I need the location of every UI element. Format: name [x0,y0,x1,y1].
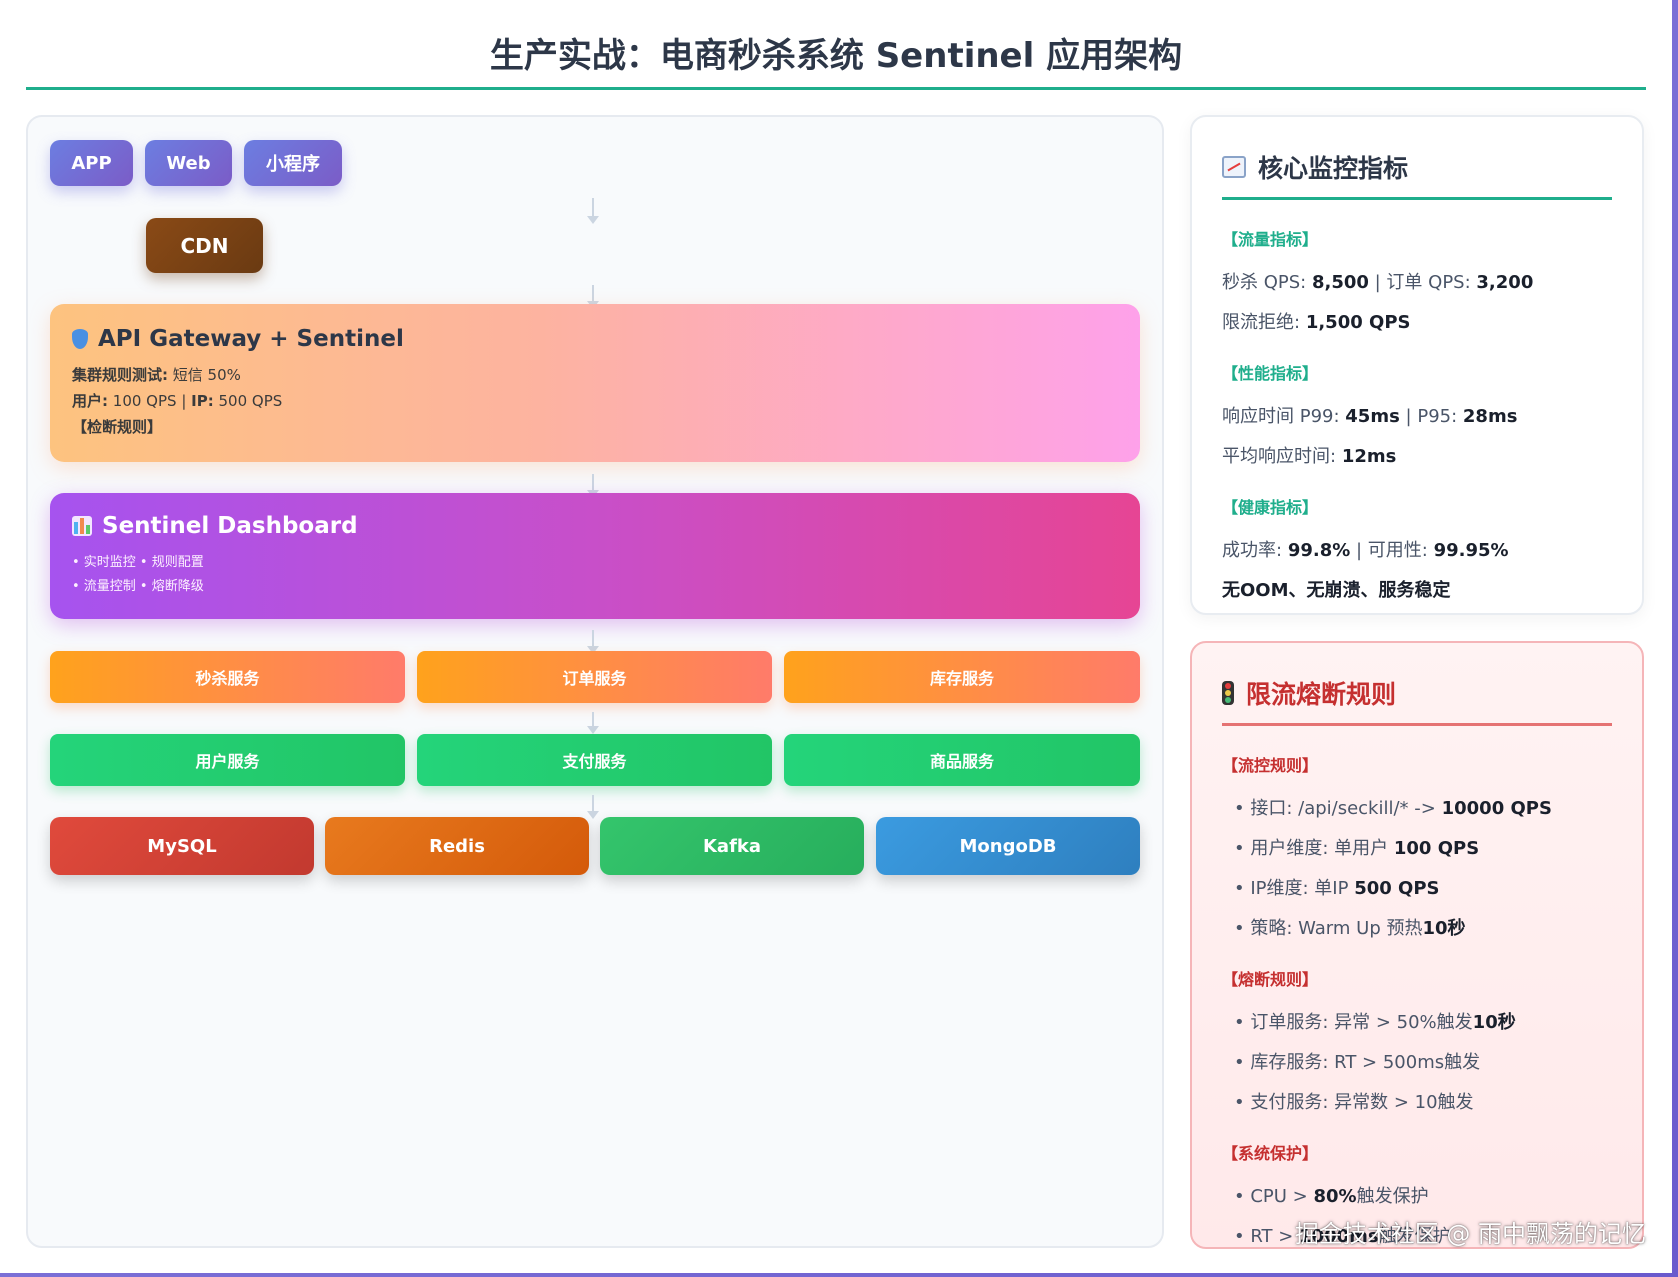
metric-reject: 限流拒绝: 1,500 QPS [1222,312,1411,333]
window-edge [0,1273,1678,1277]
dashboard-features: • 实时监控 • 规则配置 [72,555,204,570]
metric-latency: 响应时间 P99: 45ms | P95: 28ms [1222,406,1518,427]
gateway-title: API Gateway + Sentinel [98,326,404,352]
gateway-limits: 用户: 100 QPS | IP: 500 QPS [72,392,283,410]
trend-chart-icon [1222,156,1246,178]
client-miniprogram[interactable]: 小程序 [244,140,342,186]
shield-icon [72,329,88,349]
flow-arrow [587,795,599,819]
db-mysql[interactable]: MySQL [50,817,314,875]
sentinel-dashboard-node[interactable]: Sentinel Dashboard • 实时监控 • 规则配置 • 流量控制 … [50,493,1140,619]
metric-success: 成功率: 99.8% | 可用性: 99.95% [1222,540,1509,561]
gateway-cluster-rule: 集群规则测试: 短信 50% [72,366,241,384]
service-inventory[interactable]: 库存服务 [784,651,1140,703]
rule-item: • CPU > 80%触发保护 [1234,1186,1429,1207]
rule-item: • IP维度: 单IP 500 QPS [1234,878,1440,899]
section-performance: 【性能指标】 [1222,364,1319,383]
service-seckill[interactable]: 秒杀服务 [50,651,405,703]
db-redis[interactable]: Redis [325,817,589,875]
service-product[interactable]: 商品服务 [784,734,1140,786]
metrics-panel: 核心监控指标 【流量指标】 秒杀 QPS: 8,500 | 订单 QPS: 3,… [1190,115,1644,615]
section-system-protection: 【系统保护】 [1222,1144,1319,1163]
bar-chart-icon [72,516,92,536]
metric-avg-latency: 平均响应时间: 12ms [1222,446,1397,467]
rule-item: • 支付服务: 异常数 > 10触发 [1234,1092,1474,1113]
api-gateway-node[interactable]: API Gateway + Sentinel 集群规则测试: 短信 50% 用户… [50,304,1140,462]
traffic-light-icon [1222,681,1234,705]
rules-title: 限流熔断规则 [1246,680,1397,709]
flow-arrow [587,198,599,224]
flow-arrow [587,712,599,734]
cdn-node[interactable]: CDN [146,218,263,273]
section-traffic: 【流量指标】 [1222,230,1319,249]
client-web[interactable]: Web [145,140,232,186]
metric-stability: 无OOM、无崩溃、服务稳定 [1222,580,1451,601]
metrics-title: 核心监控指标 [1258,154,1409,183]
db-kafka[interactable]: Kafka [600,817,864,875]
client-app[interactable]: APP [50,140,133,186]
rules-panel: 限流熔断规则 【流控规则】 • 接口: /api/seckill/* -> 10… [1190,641,1644,1249]
service-user[interactable]: 用户服务 [50,734,405,786]
metric-qps: 秒杀 QPS: 8,500 | 订单 QPS: 3,200 [1222,272,1534,293]
section-health: 【健康指标】 [1222,498,1319,517]
section-circuit-rules: 【熔断规则】 [1222,970,1319,989]
rule-item: • 库存服务: RT > 500ms触发 [1234,1052,1481,1073]
dashboard-title: Sentinel Dashboard [102,513,358,539]
window-edge [1672,0,1678,1277]
watermark: 掘金技术社区 @ 雨中飘荡的记忆 [1294,1220,1646,1248]
flow-arrow [587,630,599,654]
section-flow-rules: 【流控规则】 [1222,756,1319,775]
gateway-rule-tag: 【检断规则】 [72,418,163,436]
rule-item: • 接口: /api/seckill/* -> 10000 QPS [1234,798,1552,819]
title-divider [26,87,1646,90]
dashboard-features: • 流量控制 • 熔断降级 [72,579,204,594]
rule-item: • 订单服务: 异常 > 50%触发10秒 [1234,1012,1516,1033]
service-order[interactable]: 订单服务 [417,651,772,703]
db-mongodb[interactable]: MongoDB [876,817,1140,875]
service-payment[interactable]: 支付服务 [417,734,772,786]
rule-item: • 策略: Warm Up 预热10秒 [1234,918,1466,939]
page-title: 生产实战：电商秒杀系统 Sentinel 应用架构 [489,36,1183,76]
rule-item: • 用户维度: 单用户 100 QPS [1234,838,1480,859]
